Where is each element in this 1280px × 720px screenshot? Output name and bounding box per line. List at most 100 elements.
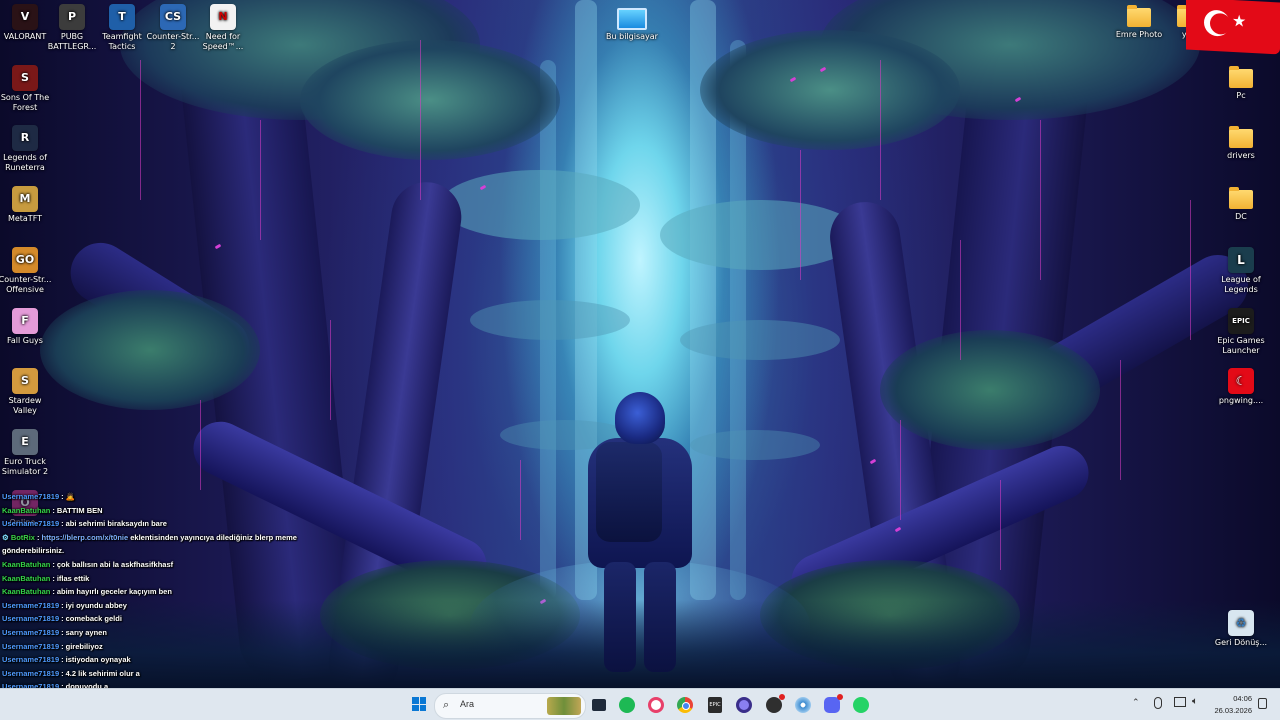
pubg-icon: P [59, 4, 85, 30]
desktop-icon-label: Pc [1236, 91, 1246, 100]
taskbar-search-box[interactable]: ⌕ Ara [434, 693, 586, 719]
epic-games-icon: EPIC [1228, 308, 1254, 334]
chat-username: Username71819 [2, 614, 60, 624]
chat-separator: : [52, 587, 55, 597]
chat-link[interactable]: https://blerp.com/x/t0nie [41, 533, 128, 542]
chat-message: ⚙ BotRix: https://blerp.com/x/t0nie eklen… [2, 531, 312, 545]
chat-separator: : [36, 532, 40, 542]
legends-of-runeterra-icon: R [12, 125, 38, 151]
taskbar-cortana[interactable] [732, 693, 756, 717]
chat-username: Username71819 [2, 668, 60, 678]
chrome-icon [677, 697, 693, 713]
chat-separator: : [61, 655, 64, 665]
whatsapp-icon [853, 697, 869, 713]
chat-message: gönderebilirsiniz. [2, 544, 312, 558]
chevron-up-icon[interactable]: ⌃ [1132, 698, 1140, 708]
desktop-icon-need-for-speed[interactable]: N Need for Speed™... [194, 4, 252, 52]
desktop-icon-sons-of-the-forest[interactable]: S Sons Of The Forest [0, 65, 54, 113]
fall-guys-icon: F [12, 308, 38, 334]
chat-username: KaanBatuhan [2, 505, 51, 515]
desktop-icon-label: Legends of Runeterra [3, 153, 47, 172]
network-icon[interactable] [1174, 697, 1186, 707]
desktop-icon-legends-of-runeterra[interactable]: R Legends of Runeterra [0, 125, 54, 173]
taskbar-epic-games[interactable]: EPIC [703, 693, 727, 717]
cs-go-icon: GO [12, 247, 38, 273]
chat-message: Username71819: comeback geldi [2, 612, 312, 626]
chat-username: Username71819 [2, 627, 60, 637]
clock-time[interactable]: 04:06 [1200, 694, 1252, 703]
folder-icon [1229, 66, 1253, 88]
taskbar-whatsapp[interactable] [849, 693, 873, 717]
chat-separator: : [61, 492, 64, 501]
euro-truck-icon: E [12, 429, 38, 455]
bot-badge-icon: ⚙ [2, 532, 11, 542]
chat-text: comeback geldi [65, 614, 122, 624]
windows-start-icon[interactable] [412, 697, 426, 711]
desktop-icon-pc[interactable]: Pc [1212, 65, 1270, 101]
discord-icon [824, 694, 843, 713]
notification-icon[interactable] [1258, 698, 1267, 709]
desktop-icon-drivers[interactable]: drivers [1212, 125, 1270, 161]
chat-username: Username71819 [2, 600, 60, 610]
astronaut-figure [582, 392, 698, 688]
desktop-icon-league-of-legends[interactable]: L League of Legends [1212, 247, 1270, 295]
desktop-icon-stardew-valley[interactable]: S Stardew Valley [0, 368, 54, 416]
chat-username: KaanBatuhan [2, 587, 51, 597]
desktop-icon-pngwing[interactable]: ☾ pngwing.... [1212, 368, 1270, 406]
desktop-icon-label: Geri Dönüş... [1214, 638, 1268, 647]
search-highlight-image [547, 697, 581, 715]
chat-text: girebiliyoz [65, 641, 103, 651]
need-for-speed-icon: N [210, 4, 236, 30]
chat-message: Username71819:4.2 lik sehirimi olur a [2, 667, 312, 681]
stream-chat-overlay: Username71819: 🙇 KaanBatuhan: BATTIM BEN Use… [2, 490, 312, 720]
desktop-icon-label: Bu bilgisayar [606, 32, 658, 41]
chat-message: Username71819: iyi oyundu abbey [2, 599, 312, 613]
clock-date[interactable]: 26.03.2026 [1200, 706, 1252, 715]
chat-message: KaanBatuhan: çok ballısın abi la askfhasi… [2, 558, 312, 572]
chat-separator: : [52, 559, 55, 569]
desktop-icon-epic-games-launcher[interactable]: EPIC Epic Games Launcher [1212, 308, 1270, 356]
stardew-valley-icon: S [12, 368, 38, 394]
desktop-icon-this-pc[interactable]: Bu bilgisayar [603, 6, 661, 42]
desktop-icon-label: MetaTFT [7, 214, 43, 223]
sons-of-the-forest-icon: S [12, 65, 38, 91]
desktop-icon-label: Need for Speed™... [202, 32, 244, 51]
taskbar-file-explorer[interactable] [587, 693, 611, 717]
taskbar-obs[interactable] [762, 693, 786, 717]
desktop-icon-label: Sons Of The Forest [0, 93, 50, 112]
desktop-icon-geri-d-n[interactable]: ♻ Geri Dönüş... [1212, 610, 1270, 648]
chat-text: istiyodan oynayak [65, 655, 131, 665]
valorant-icon: V [12, 4, 38, 30]
folder-icon [1229, 126, 1253, 148]
search-placeholder: Ara [460, 699, 475, 709]
chat-text: çok ballısın abi la askfhasifkhasf [56, 559, 174, 569]
league-of-legends-icon: L [1228, 247, 1254, 273]
taskbar-chrome[interactable] [673, 693, 697, 717]
desktop-icon-label: Counter-Str... Offensive [0, 275, 52, 294]
desktop-icon-euro-truck[interactable]: E Euro Truck Simulator 2 [0, 429, 54, 477]
chat-text: 🙇 [65, 492, 75, 501]
search-icon: ⌕ [443, 698, 450, 711]
taskbar-fan-control[interactable] [791, 693, 815, 717]
chat-message: Username71819: abi sehrimi biraksaydın ba… [2, 517, 312, 531]
desktop-icon-cs-go[interactable]: GO Counter-Str... Offensive [0, 247, 54, 295]
chat-username: BotRix [10, 532, 35, 542]
folder-icon [1229, 187, 1253, 209]
chat-separator: : [61, 641, 64, 651]
chat-message: Username71819: 🙇 [2, 490, 312, 504]
desktop-icon-metatft[interactable]: M MetaTFT [0, 186, 54, 224]
counter-strike-2-icon: CS [160, 4, 186, 30]
desktop-icon-teamfight-tactics[interactable]: T Teamfight Tactics [93, 4, 151, 52]
desktop-icon-dc[interactable]: DC [1212, 186, 1270, 222]
desktop-icon-fall-guys[interactable]: F Fall Guys [0, 308, 54, 346]
taskbar-opera-gx[interactable] [644, 693, 668, 717]
taskbar-spotify[interactable] [615, 693, 639, 717]
chat-separator: : [61, 627, 64, 637]
microphone-icon[interactable] [1154, 697, 1162, 709]
epic-launcher-icon: EPIC [708, 697, 722, 713]
taskbar-discord[interactable] [820, 693, 844, 717]
chat-separator: : [52, 573, 55, 583]
volume-icon[interactable]: 🔈︎ [1192, 696, 1198, 707]
chat-text: iflas ettik [56, 573, 90, 583]
desktop-icon-label: Epic Games Launcher [1217, 336, 1265, 355]
